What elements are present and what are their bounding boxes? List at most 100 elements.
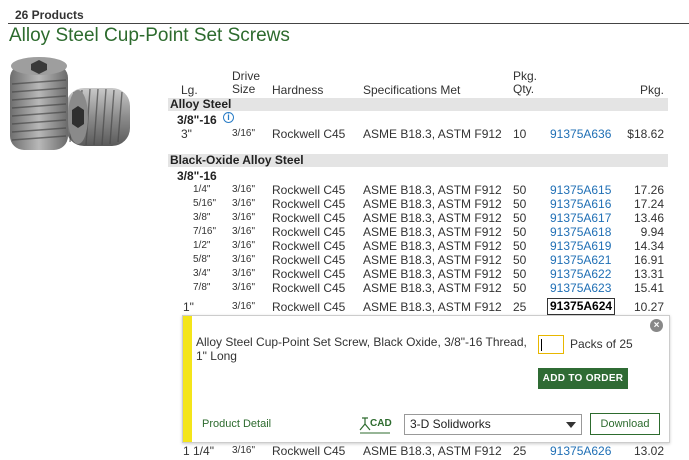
col-specifications: Specifications Met xyxy=(363,83,461,97)
product-description: Alloy Steel Cup-Point Set Screw, Black O… xyxy=(196,335,527,363)
add-to-order-popup: × Alloy Steel Cup-Point Set Screw, Black… xyxy=(182,315,670,443)
price: 17.24 xyxy=(633,197,664,211)
hardness: Rockwell C45 xyxy=(272,239,346,253)
specifications: ASME B18.3, ASTM F912 xyxy=(363,225,502,239)
price: 9.94 xyxy=(640,225,664,239)
col-pkg: Pkg. xyxy=(640,83,665,97)
group-header-alloy-steel: Alloy Steel xyxy=(168,98,668,111)
pkg-qty: 50 xyxy=(513,281,527,295)
specifications: ASME B18.3, ASTM F912 xyxy=(363,444,502,458)
length: 1/2" xyxy=(193,240,211,251)
col-drive-size: Drive Size xyxy=(232,69,261,96)
hardness: Rockwell C45 xyxy=(272,183,346,197)
hardness: Rockwell C45 xyxy=(272,300,346,314)
specifications: ASME B18.3, ASTM F912 xyxy=(363,281,502,295)
hardness: Rockwell C45 xyxy=(272,281,346,295)
part-number-link[interactable]: 91375A616 xyxy=(550,197,611,211)
table-row[interactable]: 3/8" 3/16" Rockwell C45 ASME B18.3, ASTM F9… xyxy=(168,211,668,225)
drive-size: 3/16" xyxy=(232,282,256,293)
col-length: Lg. xyxy=(181,83,198,97)
part-number-link[interactable]: 91375A636 xyxy=(550,127,611,141)
cad-icon: CAD xyxy=(359,417,392,434)
divider xyxy=(8,23,689,24)
length: 1/4" xyxy=(193,184,211,195)
drive-size: 3/16" xyxy=(232,268,256,279)
drive-size: 3/16" xyxy=(232,198,256,209)
drive-size: 3/16" xyxy=(232,226,256,237)
hardness: Rockwell C45 xyxy=(272,267,346,281)
cad-format-value: 3-D Solidworks xyxy=(410,417,491,431)
table-row[interactable]: 1 1/4" 3/16" Rockwell C45 ASME B18.3, ASTM … xyxy=(168,444,668,458)
table-row[interactable]: 7/8" 3/16" Rockwell C45 ASME B18.3, ASTM F9… xyxy=(168,281,668,295)
price: 15.41 xyxy=(633,281,664,295)
pkg-qty: 50 xyxy=(513,225,527,239)
part-number-link[interactable]: 91375A619 xyxy=(550,239,611,253)
length: 3" xyxy=(181,127,192,141)
length: 5/8" xyxy=(193,254,211,265)
specifications: ASME B18.3, ASTM F912 xyxy=(363,239,502,253)
product-count: 26 Products xyxy=(15,8,84,22)
specifications: ASME B18.3, ASTM F912 xyxy=(363,300,502,314)
part-number-link[interactable]: 91375A618 xyxy=(550,225,611,239)
length: 3/8" xyxy=(193,212,211,223)
specifications: ASME B18.3, ASTM F912 xyxy=(363,197,502,211)
quantity-input[interactable] xyxy=(538,335,564,354)
table-row[interactable]: 1" 3/16" Rockwell C45 ASME B18.3, ASTM F912… xyxy=(168,298,668,315)
table-row[interactable]: 1/4" 3/16" Rockwell C45 ASME B18.3, ASTM F9… xyxy=(168,183,668,197)
price: 14.34 xyxy=(633,239,664,253)
price: 10.27 xyxy=(633,300,664,314)
pkg-qty: 10 xyxy=(513,127,527,141)
length: 5/16" xyxy=(193,198,217,209)
hardness: Rockwell C45 xyxy=(272,225,346,239)
table-row[interactable]: 3" 3/16" Rockwell C45 ASME B18.3, ASTM F… xyxy=(168,127,668,141)
price: 13.02 xyxy=(633,444,664,458)
hardness: Rockwell C45 xyxy=(272,211,346,225)
drive-size: 3/16" xyxy=(232,301,256,312)
part-number-link[interactable]: 91375A615 xyxy=(550,183,611,197)
price: $18.62 xyxy=(627,127,664,141)
length: 7/16" xyxy=(193,226,217,237)
part-number-link[interactable]: 91375A623 xyxy=(550,281,611,295)
drive-size: 3/16" xyxy=(232,254,256,265)
pkg-qty: 25 xyxy=(513,300,527,314)
cad-format-select[interactable]: 3-D Solidworks xyxy=(404,414,582,435)
hardness: Rockwell C45 xyxy=(272,253,346,267)
price: 13.46 xyxy=(633,211,664,225)
pkg-qty: 50 xyxy=(513,211,527,225)
part-number-link[interactable]: 91375A621 xyxy=(550,253,611,267)
part-number-link[interactable]: 91375A624 xyxy=(547,298,616,315)
pkg-qty: 25 xyxy=(513,444,527,458)
table-row[interactable]: 3/4" 3/16" Rockwell C45 ASME B18.3, ASTM F9… xyxy=(168,267,668,281)
packs-label: Packs of 25 xyxy=(570,337,633,351)
hardness: Rockwell C45 xyxy=(272,197,346,211)
cad-label: CAD xyxy=(370,418,392,429)
group-header-black-oxide: Black-Oxide Alloy Steel xyxy=(168,154,668,167)
product-detail-link[interactable]: Product Detail xyxy=(202,418,271,430)
pkg-qty: 50 xyxy=(513,253,527,267)
table-row[interactable]: 5/8" 3/16" Rockwell C45 ASME B18.3, ASTM F9… xyxy=(168,253,668,267)
table-row[interactable]: 7/16" 3/16" Rockwell C45 ASME B18.3, ASTM F… xyxy=(168,225,668,239)
chevron-down-icon xyxy=(566,422,576,428)
download-button[interactable]: Download xyxy=(590,413,660,435)
accent-bar xyxy=(183,316,192,442)
specifications: ASME B18.3, ASTM F912 xyxy=(363,127,502,141)
price: 16.91 xyxy=(633,253,664,267)
page-title: Alloy Steel Cup-Point Set Screws xyxy=(9,25,290,46)
table-row[interactable]: 5/16" 3/16" Rockwell C45 ASME B18.3, ASTM F… xyxy=(168,197,668,211)
pkg-qty: 50 xyxy=(513,239,527,253)
part-number-link[interactable]: 91375A617 xyxy=(550,211,611,225)
part-number-link[interactable]: 91375A626 xyxy=(550,444,611,458)
specifications: ASME B18.3, ASTM F912 xyxy=(363,211,502,225)
part-number-link[interactable]: 91375A622 xyxy=(550,267,611,281)
product-image xyxy=(10,57,130,150)
table-row[interactable]: 1/2" 3/16" Rockwell C45 ASME B18.3, ASTM F9… xyxy=(168,239,668,253)
close-icon[interactable]: × xyxy=(650,319,663,332)
specifications: ASME B18.3, ASTM F912 xyxy=(363,183,502,197)
add-to-order-button[interactable]: ADD TO ORDER xyxy=(538,368,628,389)
pkg-qty: 50 xyxy=(513,183,527,197)
info-icon[interactable]: i xyxy=(223,112,234,123)
drive-size: 3/16" xyxy=(232,445,256,456)
length: 3/4" xyxy=(193,268,211,279)
hardness: Rockwell C45 xyxy=(272,444,346,458)
drive-size: 3/16" xyxy=(232,184,256,195)
